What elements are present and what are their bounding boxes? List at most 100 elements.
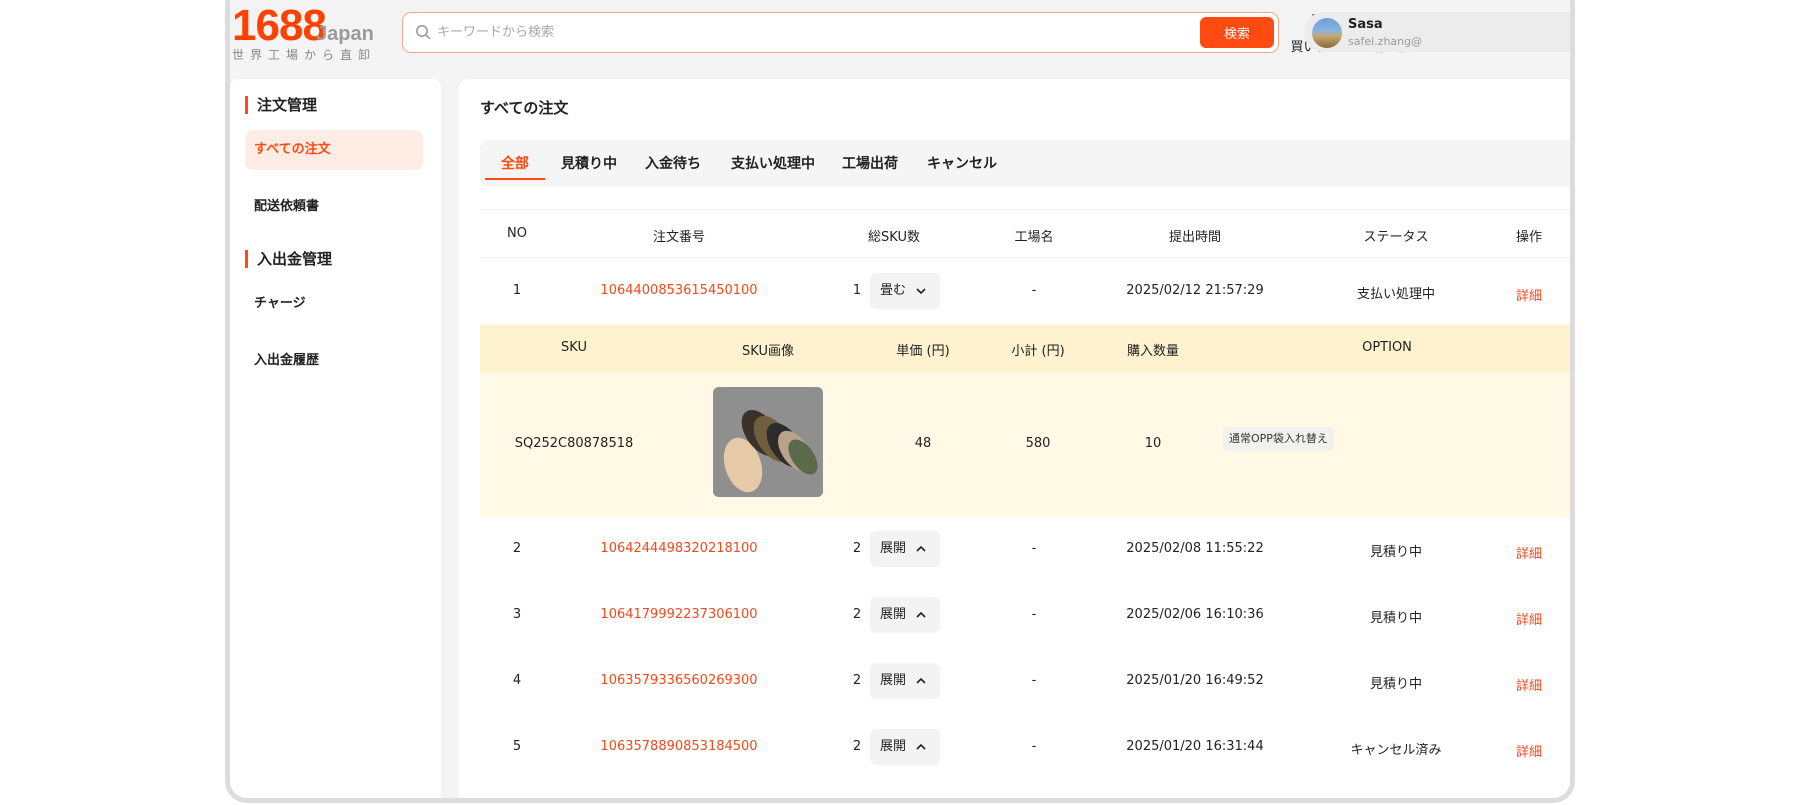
factory-name: - — [1031, 607, 1037, 622]
submit-time: 2025/02/06 16:10:36 — [1126, 607, 1264, 622]
order-number-link[interactable]: 1064400853615450100 — [600, 283, 757, 298]
app-window: 1688 Japan 世界工場から直卸 検索 買い物かご — [225, 0, 1575, 803]
factory-name: - — [1031, 283, 1037, 298]
order-no-index: 4 — [512, 673, 522, 688]
expand-button[interactable]: 展開 — [870, 729, 940, 765]
collapse-button[interactable]: 畳む — [870, 273, 940, 309]
product-photo-icon — [713, 387, 823, 497]
status-text: 見積り中 — [1369, 545, 1423, 560]
sku-code: SQ252C80878518 — [514, 436, 634, 451]
user-menu[interactable]: Sasa safei.zhang@ — [1304, 12, 1570, 52]
sku-count: 2 — [852, 541, 862, 556]
col-order-no: 注文番号 — [652, 230, 706, 245]
option-badge: 通常OPP袋入れ替え — [1223, 427, 1334, 451]
sku-count: 2 — [852, 673, 862, 688]
chevron-up-icon — [916, 545, 926, 552]
col-no: NO — [507, 226, 527, 241]
order-no-index: 2 — [512, 541, 522, 556]
quantity: 10 — [1144, 436, 1162, 451]
sku-count: 2 — [852, 607, 862, 622]
chevron-up-icon — [916, 611, 926, 618]
search-icon — [416, 25, 431, 40]
page-title: すべての注文 — [480, 99, 569, 117]
tab-cancel[interactable]: キャンセル — [927, 153, 997, 173]
col-submit-time: 提出時間 — [1168, 230, 1222, 245]
sidebar-item-charge[interactable]: チャージ — [245, 284, 423, 324]
toggle-label: 畳む — [880, 283, 907, 298]
user-email: safei.zhang@ — [1348, 35, 1423, 48]
toggle-label: 展開 — [880, 739, 907, 754]
sidebar-item-all-orders[interactable]: すべての注文 — [245, 130, 423, 170]
tab-all[interactable]: 全部 — [501, 153, 529, 173]
status-tabs: 全部 見積り中 入金待ち 支払い処理中 工場出荷 キャンセル — [480, 140, 1570, 187]
sku-col-sku: SKU — [561, 340, 587, 355]
order-number-link[interactable]: 1063579336560269300 — [600, 673, 757, 688]
sku-col-unit-price: 単価 (円) — [896, 344, 950, 359]
sku-image[interactable] — [713, 387, 823, 497]
logo-region: Japan — [316, 23, 374, 45]
tab-awaiting-payment[interactable]: 入金待ち — [645, 153, 701, 173]
tab-payment-processing[interactable]: 支払い処理中 — [731, 153, 815, 173]
factory-name: - — [1031, 739, 1037, 754]
subtotal: 580 — [1025, 436, 1051, 451]
col-action: 操作 — [1515, 230, 1543, 245]
unit-price: 48 — [914, 436, 932, 451]
detail-link[interactable]: 詳細 — [1516, 285, 1542, 304]
sku-table-header: SKU SKU画像 単価 (円) 小計 (円) 購入数量 OPTION — [480, 325, 1570, 372]
logo-number: 1688 — [232, 4, 327, 50]
tab-quoting[interactable]: 見積り中 — [561, 153, 617, 173]
detail-link[interactable]: 詳細 — [1516, 741, 1542, 760]
col-status: ステータス — [1363, 230, 1429, 245]
col-factory: 工場名 — [1014, 230, 1054, 245]
col-sku-count: 総SKU数 — [868, 230, 920, 245]
order-number-link[interactable]: 1064179992237306100 — [600, 607, 757, 622]
factory-name: - — [1031, 541, 1037, 556]
table-row: 2 1064244498320218100 2 展開 - 2025/02/08 … — [480, 517, 1570, 583]
order-no-index: 3 — [512, 607, 522, 622]
submit-time: 2025/02/08 11:55:22 — [1126, 541, 1264, 556]
sku-col-image: SKU画像 — [742, 344, 794, 359]
tab-factory-shipping[interactable]: 工場出荷 — [842, 153, 898, 173]
order-number-link[interactable]: 1064244498320218100 — [600, 541, 757, 556]
detail-link[interactable]: 詳細 — [1516, 675, 1542, 694]
logo[interactable]: 1688 Japan 世界工場から直卸 — [232, 4, 382, 60]
table-row: 4 1063579336560269300 2 展開 - 2025/01/20 … — [480, 649, 1570, 715]
sku-count: 2 — [852, 739, 862, 754]
sidebar-item-payment-history[interactable]: 入出金履歴 — [245, 341, 423, 381]
table-header: NO 注文番号 総SKU数 工場名 提出時間 ステータス 操作 — [480, 209, 1570, 258]
sidebar: 注文管理 すべての注文 配送依頼書 入出金管理 チャージ 入出金履歴 — [230, 79, 441, 798]
table-row: 3 1064179992237306100 2 展開 - 2025/02/06 … — [480, 583, 1570, 649]
search-bar: 検索 — [402, 12, 1279, 53]
sidebar-item-delivery[interactable]: 配送依頼書 — [245, 187, 423, 227]
status-text: 支払い処理中 — [1356, 287, 1436, 302]
submit-time: 2025/01/20 16:31:44 — [1126, 739, 1264, 754]
order-number-link[interactable]: 1063578890853184500 — [600, 739, 757, 754]
chevron-down-icon — [916, 288, 926, 295]
main-panel: すべての注文 全部 見積り中 入金待ち 支払い処理中 工場出荷 キャンセル NO… — [459, 79, 1570, 798]
search-button[interactable]: 検索 — [1200, 17, 1274, 48]
active-tab-indicator — [485, 178, 545, 180]
toggle-label: 展開 — [880, 607, 907, 622]
expand-button[interactable]: 展開 — [870, 597, 940, 633]
toggle-label: 展開 — [880, 541, 907, 556]
sku-col-quantity: 購入数量 — [1126, 344, 1180, 359]
search-input[interactable] — [437, 19, 1177, 45]
expand-button[interactable]: 展開 — [870, 663, 940, 699]
sidebar-group-orders: 注文管理 — [245, 96, 317, 114]
status-text: 見積り中 — [1369, 677, 1423, 692]
status-text: キャンセル済み — [1350, 743, 1442, 758]
detail-link[interactable]: 詳細 — [1516, 543, 1542, 562]
factory-name: - — [1031, 673, 1037, 688]
top-header: 1688 Japan 世界工場から直卸 検索 買い物かご — [230, 0, 1570, 66]
sidebar-group-payments: 入出金管理 — [245, 250, 332, 268]
table-row: 1 1064400853615450100 1 畳む - 2025/02/12 … — [480, 259, 1570, 325]
detail-link[interactable]: 詳細 — [1516, 609, 1542, 628]
sku-row: SQ252C80878518 48 580 10 通常OPP袋入れ替え — [480, 372, 1570, 517]
expand-button[interactable]: 展開 — [870, 531, 940, 567]
user-name: Sasa — [1348, 17, 1383, 32]
status-text: 見積り中 — [1369, 611, 1423, 626]
table-row: 5 1063578890853184500 2 展開 - 2025/01/20 … — [480, 715, 1570, 781]
submit-time: 2025/01/20 16:49:52 — [1126, 673, 1264, 688]
avatar — [1312, 18, 1342, 48]
submit-time: 2025/02/12 21:57:29 — [1126, 283, 1264, 298]
